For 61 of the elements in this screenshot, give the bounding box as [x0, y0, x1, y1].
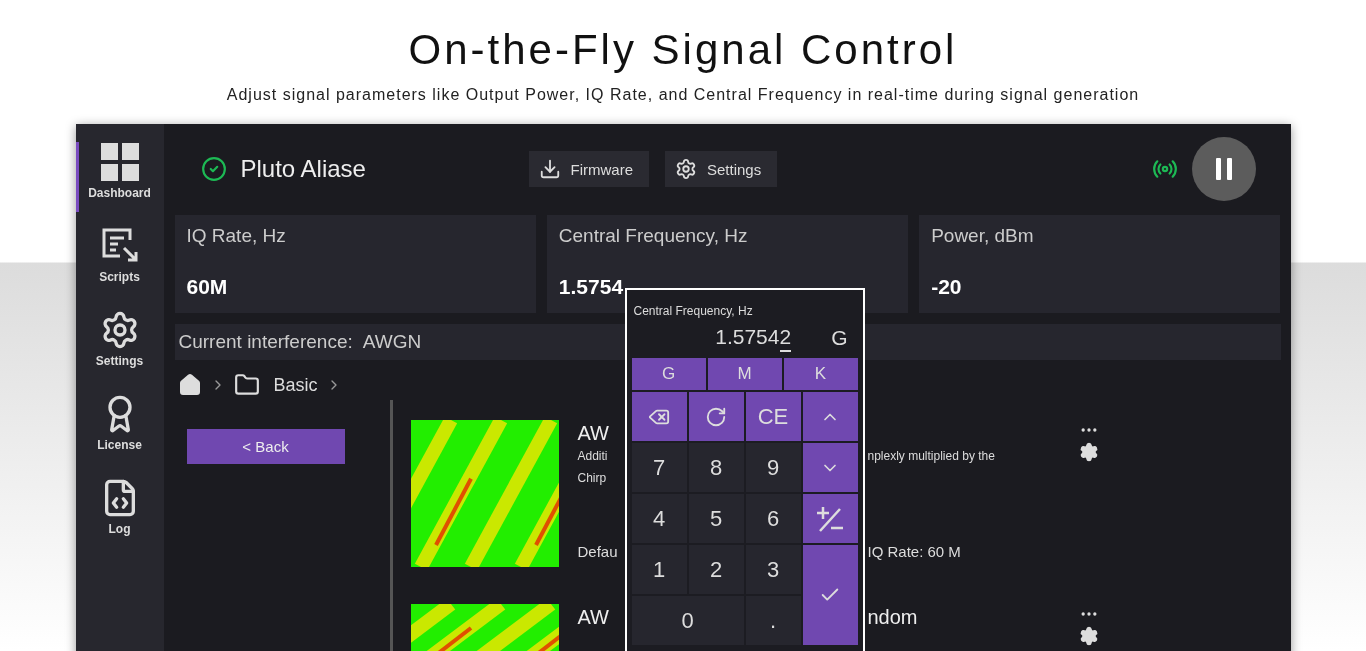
preset-default: Defau: [577, 543, 619, 560]
preset-description: nplexly multiplied by the: [867, 448, 996, 465]
digit-key[interactable]: .: [745, 596, 801, 645]
home-icon[interactable]: [177, 373, 202, 398]
sign-key[interactable]: [802, 494, 858, 543]
digit-key[interactable]: 1: [631, 545, 687, 594]
sidebar-item[interactable]: Dashboard: [75, 142, 164, 212]
device-name: Pluto Aliase: [240, 155, 366, 184]
digit-key[interactable]: 6: [745, 494, 801, 543]
digit-key[interactable]: 0: [631, 596, 744, 645]
digit-key[interactable]: 8: [688, 443, 744, 492]
preset-description: Additi: [577, 448, 609, 465]
sidebar-label: Dashboard: [88, 186, 151, 200]
settings-icon[interactable]: [1078, 442, 1099, 462]
settings-icon: [675, 158, 697, 181]
parameter-value: 60M: [186, 275, 228, 300]
parameter-label: Power, dBm: [931, 224, 1035, 247]
sidebar-item[interactable]: Log: [75, 478, 164, 548]
grid-icon: [99, 142, 140, 182]
back-button[interactable]: < Back: [186, 429, 345, 464]
unit-key[interactable]: G: [631, 358, 706, 390]
parameter-label: IQ Rate, Hz: [186, 224, 287, 247]
parameter-label: Central Frequency, Hz: [558, 224, 749, 247]
reset-key[interactable]: [688, 392, 744, 441]
digit-key[interactable]: 5: [688, 494, 744, 543]
sidebar-label: Settings: [95, 354, 144, 368]
firmware-button[interactable]: Firmware: [528, 151, 649, 188]
page-subtitle: Adjust signal parameters like Output Power, IQ Rate, and Central Frequency in real-time during signal generation: [226, 86, 1140, 104]
download-icon: [538, 158, 561, 181]
digit-key[interactable]: 4: [631, 494, 687, 543]
digit-key[interactable]: 3: [745, 545, 801, 594]
rotate-icon: [705, 405, 727, 428]
parameter-value: 1.5754: [558, 275, 624, 300]
keypad-unit: G: [831, 326, 848, 350]
sidebar-label: License: [97, 438, 142, 452]
sidebar-label: Scripts: [99, 270, 140, 284]
parameter-card[interactable]: Power, dBm -20: [919, 214, 1281, 314]
sidebar-item[interactable]: Scripts: [75, 226, 164, 296]
preset-title: ndom: [867, 606, 919, 629]
breadcrumb-item[interactable]: Basic: [273, 374, 318, 396]
settings-button[interactable]: Settings: [665, 151, 778, 188]
preset-description: Chirp: [577, 470, 608, 487]
sidebar-item[interactable]: Settings: [75, 310, 164, 380]
preset-iq-rate: IQ Rate: 60 M: [867, 543, 962, 560]
interference-label: Current interference:: [178, 331, 353, 354]
preset-title: AW: [577, 606, 610, 629]
settings-icon[interactable]: [1078, 626, 1099, 646]
unit-key[interactable]: K: [783, 358, 858, 390]
page-title: On-the-Fly Signal Control: [408, 26, 958, 74]
sidebar-label: Log: [108, 522, 131, 536]
parameter-value: -20: [931, 275, 962, 300]
preset-title: AW: [577, 422, 610, 445]
digit-key[interactable]: 7: [631, 443, 687, 492]
parameter-card[interactable]: IQ Rate, Hz 60M: [174, 214, 536, 314]
digit-key[interactable]: 2: [688, 545, 744, 594]
backspace-key[interactable]: [631, 392, 687, 441]
clear-key[interactable]: CE: [745, 392, 801, 441]
unit-key[interactable]: M: [707, 358, 782, 390]
digit-key[interactable]: 9: [745, 443, 801, 492]
interference-value: AWGN: [362, 331, 422, 354]
sidebar-item[interactable]: License: [75, 394, 164, 464]
